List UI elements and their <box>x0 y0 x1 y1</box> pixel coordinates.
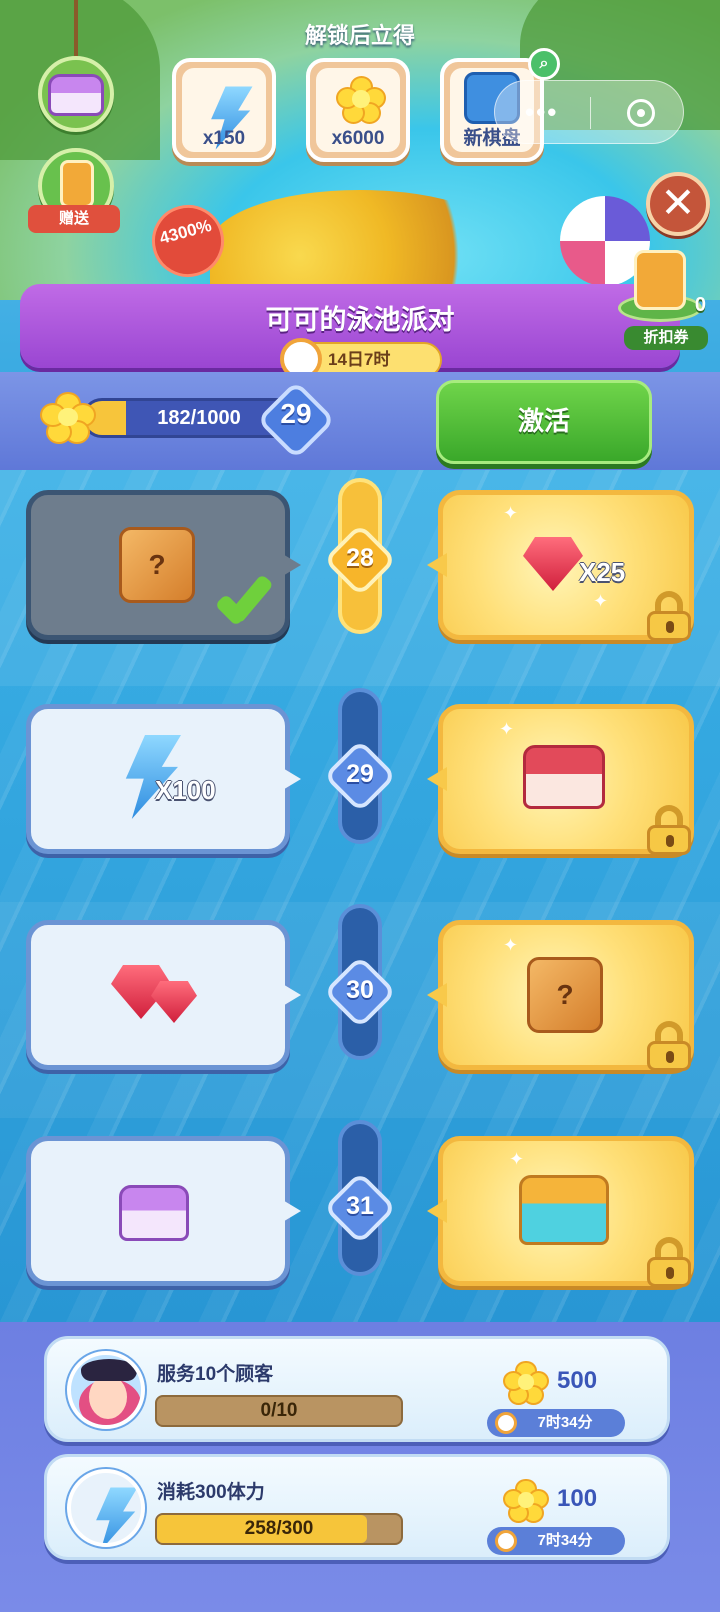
free-reward-card[interactable] <box>26 1136 301 1286</box>
current-level-number: 29 <box>280 398 312 429</box>
alarm-clock-icon <box>495 1412 517 1434</box>
unlock-reward-lightning[interactable]: x150 <box>172 58 276 162</box>
task-timer: 7时34分 <box>487 1409 625 1437</box>
coupon-count: 0 <box>694 294 706 316</box>
premium-reward-card[interactable]: ✦ ✦ X25 <box>427 490 694 641</box>
task-progress-bar: 0/10 <box>155 1395 403 1427</box>
level-node: 28 <box>323 523 397 597</box>
alarm-clock-icon <box>495 1530 517 1552</box>
purple-chest-icon <box>119 1185 189 1241</box>
level-node: 31 <box>323 1171 397 1245</box>
level-row-28: ? 28 ✦ ✦ X25 <box>0 470 720 686</box>
ruby-small-icon <box>151 981 197 1023</box>
unlock-title: 解锁后立得 <box>304 23 415 48</box>
claimed-check-icon <box>221 583 281 623</box>
lock-icon <box>645 1237 693 1287</box>
sparkle-icon: ✦ <box>503 935 519 955</box>
coupon-icon <box>634 250 686 310</box>
activate-button[interactable]: 激活 <box>436 380 652 464</box>
unlock-reward-label: x6000 <box>331 128 385 149</box>
task-timer: 7时34分 <box>487 1527 625 1555</box>
premium-reward-card[interactable]: ✦ <box>427 1136 694 1287</box>
free-reward-card[interactable]: ? <box>26 490 301 640</box>
level-number: 30 <box>346 976 374 1004</box>
mystery-box-icon: ? <box>527 957 603 1033</box>
free-reward-card[interactable]: X100 <box>26 704 301 854</box>
close-button[interactable]: ✕ <box>646 172 710 236</box>
level-node: 29 <box>323 739 397 813</box>
mini-program-capsule: ••• <box>494 80 684 144</box>
energy-avatar <box>67 1469 145 1547</box>
task-card[interactable]: 服务10个顾客 0/10 500 7时34分 <box>44 1336 670 1442</box>
reward-quantity: X25 <box>579 557 626 587</box>
lock-icon <box>645 1021 693 1071</box>
flower-icon <box>40 392 96 444</box>
sparkle-icon: ✦ <box>593 591 609 611</box>
mystery-box-icon: ? <box>119 527 195 603</box>
task-time-left: 7时34分 <box>537 1414 593 1431</box>
premium-chest-button[interactable] <box>38 56 114 132</box>
level-number: 29 <box>346 760 374 788</box>
task-reward-amount: 500 <box>557 1367 598 1394</box>
ruby-icon <box>523 537 583 591</box>
sparkle-icon: ✦ <box>499 719 515 739</box>
level-node: 30 <box>323 955 397 1029</box>
lock-icon <box>645 805 693 855</box>
coupon-icon <box>60 160 94 208</box>
level-number: 28 <box>346 544 374 572</box>
flower-icon <box>503 1479 549 1523</box>
free-reward-card[interactable] <box>26 920 301 1070</box>
treasure-chest-icon <box>519 1175 609 1245</box>
level-row-31: 31 ✦ <box>0 1118 720 1334</box>
battle-pass-screen: 解锁后立得 x150 x6000 新棋盘 ⌕ ••• 赠送 4300% ✕ 可可… <box>0 0 720 1612</box>
level-row-29: X100 29 ✦ <box>0 686 720 902</box>
level-row-30: 30 ✦ ? <box>0 902 720 1118</box>
task-time-left: 7时34分 <box>537 1532 593 1549</box>
reward-quantity: X100 <box>155 775 216 805</box>
coupon-counter[interactable]: 0 <box>612 250 708 332</box>
purple-chest-icon <box>48 74 104 116</box>
red-chest-icon <box>523 745 605 809</box>
sparkle-icon: ✦ <box>509 1149 525 1169</box>
premium-reward-card[interactable]: ✦ ? <box>427 920 694 1071</box>
unlock-reward-flowers[interactable]: x6000 <box>306 58 410 162</box>
premium-reward-card[interactable]: ✦ <box>427 704 694 855</box>
level-number: 31 <box>346 1192 374 1220</box>
magnify-icon[interactable]: ⌕ <box>528 48 560 80</box>
task-card[interactable]: 消耗300体力 258/300 100 7时34分 <box>44 1454 670 1560</box>
task-progress-bar: 258/300 <box>155 1513 403 1545</box>
flower-icon <box>503 1361 549 1405</box>
exit-target-icon[interactable] <box>627 99 655 127</box>
task-description: 服务10个顾客 <box>157 1364 274 1385</box>
rope-decoration <box>74 0 78 56</box>
task-description: 消耗300体力 <box>157 1482 265 1503</box>
lightning-icon <box>93 1488 138 1544</box>
flower-icon <box>336 76 386 124</box>
sparkle-icon: ✦ <box>503 503 519 523</box>
unlock-reward-label: x150 <box>202 128 246 149</box>
lock-icon <box>645 591 693 641</box>
coupon-label: 折扣券 <box>624 326 708 350</box>
pass-progress-text: 182/1000 <box>157 407 241 429</box>
avatar <box>67 1351 145 1429</box>
gift-label: 赠送 <box>28 205 120 233</box>
event-time-left: 14日7时 <box>328 350 391 369</box>
task-progress-text: 258/300 <box>244 1518 314 1539</box>
more-menu-icon[interactable]: ••• <box>525 97 558 128</box>
task-reward-amount: 100 <box>557 1485 598 1512</box>
task-progress-text: 0/10 <box>260 1400 298 1421</box>
